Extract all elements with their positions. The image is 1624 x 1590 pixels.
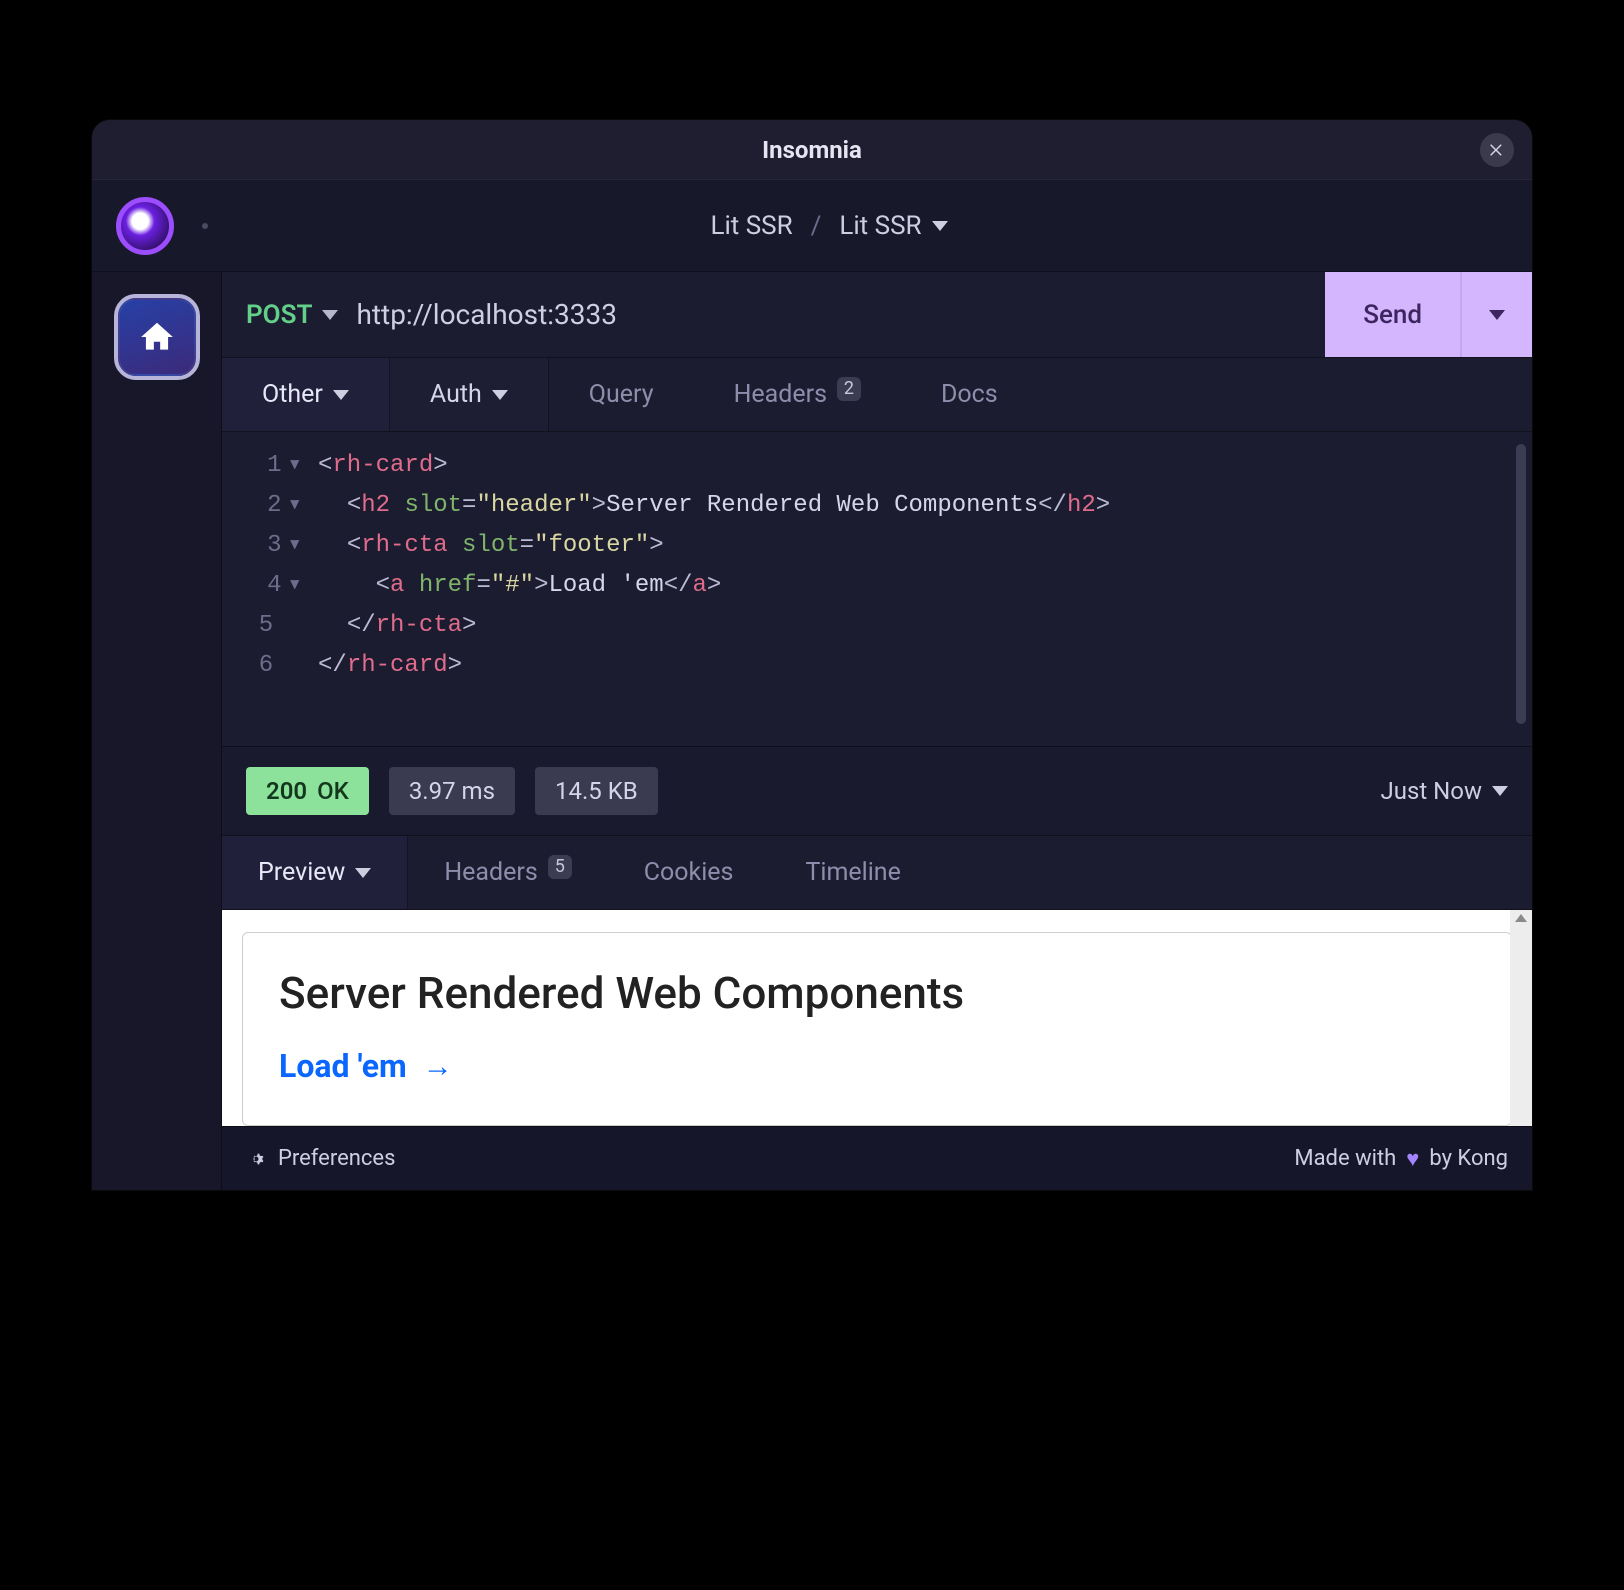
response-history-dropdown[interactable]: Just Now [1380,777,1508,805]
tab-response-headers[interactable]: Headers 5 [408,836,607,909]
preview-scrollbar[interactable] [1510,910,1532,1126]
preferences-button[interactable]: Preferences [246,1146,395,1171]
tab-timeline-label: Timeline [805,858,900,887]
status-bar: Preferences Made with ♥ by Kong [222,1126,1532,1190]
chevron-down-icon [333,390,349,400]
breadcrumb-row: Lit SSR / Lit SSR [92,180,1532,272]
response-headers-count-badge: 5 [548,855,572,879]
response-tabs: Preview Headers 5 Cookies Timeline [222,836,1532,910]
request-url-row: POST http://localhost:3333 Send [222,272,1532,358]
http-method-dropdown[interactable]: POST [246,300,338,330]
chevron-down-icon [932,221,948,231]
made-with-post: by Kong [1429,1146,1508,1171]
editor-code[interactable]: <rh-card> <h2 slot="header">Server Rende… [312,446,1532,686]
tab-cookies[interactable]: Cookies [608,836,770,909]
gear-icon [246,1149,266,1169]
preview-cta-link[interactable]: Load 'em → [279,1047,453,1085]
response-time: 3.97 ms [389,767,515,815]
window-title: Insomnia [762,136,862,164]
breadcrumb-separator: / [811,211,822,241]
home-icon [138,318,176,356]
preferences-label: Preferences [278,1146,395,1171]
tab-body-label: Other [262,380,323,409]
tab-cookies-label: Cookies [644,858,734,887]
close-button[interactable] [1480,133,1514,167]
breadcrumb-workspace-label: Lit SSR [710,211,792,241]
send-button[interactable]: Send [1325,272,1462,357]
response-preview: Server Rendered Web Components Load 'em … [222,910,1532,1126]
made-with-pre: Made with [1294,1146,1396,1171]
url-input[interactable]: http://localhost:3333 [356,298,617,331]
tab-preview-label: Preview [258,858,345,887]
tab-headers-label: Headers [734,380,827,409]
send-button-label: Send [1363,300,1422,330]
breadcrumb: Lit SSR / Lit SSR [236,211,1422,241]
request-body-editor[interactable]: 1▾2▾3▾4▾5 6 <rh-card> <h2 slot="header">… [222,432,1532,746]
headers-count-badge: 2 [837,377,861,401]
tab-auth[interactable]: Auth [390,358,549,431]
titlebar: Insomnia [92,120,1532,180]
main-panel: POST http://localhost:3333 Send [222,272,1532,1190]
send-options-dropdown[interactable] [1462,272,1532,357]
request-tabs: Other Auth Query Headers 2 [222,358,1532,432]
send-button-group: Send [1325,272,1532,357]
tab-docs[interactable]: Docs [901,358,1038,431]
preview-heading: Server Rendered Web Components [279,967,1475,1019]
breadcrumb-collection[interactable]: Lit SSR [839,211,947,241]
tab-response-headers-label: Headers [444,858,537,887]
status-badge: 200 OK [246,767,369,815]
editor-gutter: 1▾2▾3▾4▾5 6 [222,446,312,686]
chevron-down-icon [492,390,508,400]
breadcrumb-workspace[interactable]: Lit SSR [710,211,792,241]
editor-scrollbar[interactable] [1516,444,1526,724]
status-code: 200 [266,777,307,805]
left-rail [92,272,222,1190]
arrow-right-icon: → [423,1049,453,1084]
chevron-down-icon [1489,310,1505,320]
breadcrumb-collection-label: Lit SSR [839,211,921,241]
response-size: 14.5 KB [535,767,658,815]
close-icon [1488,141,1506,159]
preview-card: Server Rendered Web Components Load 'em … [242,932,1512,1126]
workspace-indicator-icon [202,223,208,229]
tab-query[interactable]: Query [549,358,694,431]
preview-cta-label: Load 'em [279,1047,407,1085]
tab-query-label: Query [589,380,654,409]
tab-timeline[interactable]: Timeline [769,836,936,909]
chevron-down-icon [1492,786,1508,796]
tab-auth-label: Auth [430,380,482,409]
tab-docs-label: Docs [941,380,998,409]
heart-icon: ♥ [1406,1146,1419,1172]
response-history-label: Just Now [1380,777,1482,805]
chevron-down-icon [322,310,338,320]
tab-preview[interactable]: Preview [222,836,408,909]
tab-body[interactable]: Other [222,358,390,431]
status-text: OK [317,777,349,805]
app-logo-icon [116,197,174,255]
response-status-row: 200 OK 3.97 ms 14.5 KB Just Now [222,746,1532,836]
app-window: Insomnia Lit SSR / Lit SSR [92,120,1532,1190]
tab-headers[interactable]: Headers 2 [694,358,901,431]
http-method-label: POST [246,300,312,330]
scroll-up-icon [1515,914,1527,922]
chevron-down-icon [355,868,371,878]
made-with-label: Made with ♥ by Kong [1294,1146,1508,1172]
home-button[interactable] [118,298,196,376]
